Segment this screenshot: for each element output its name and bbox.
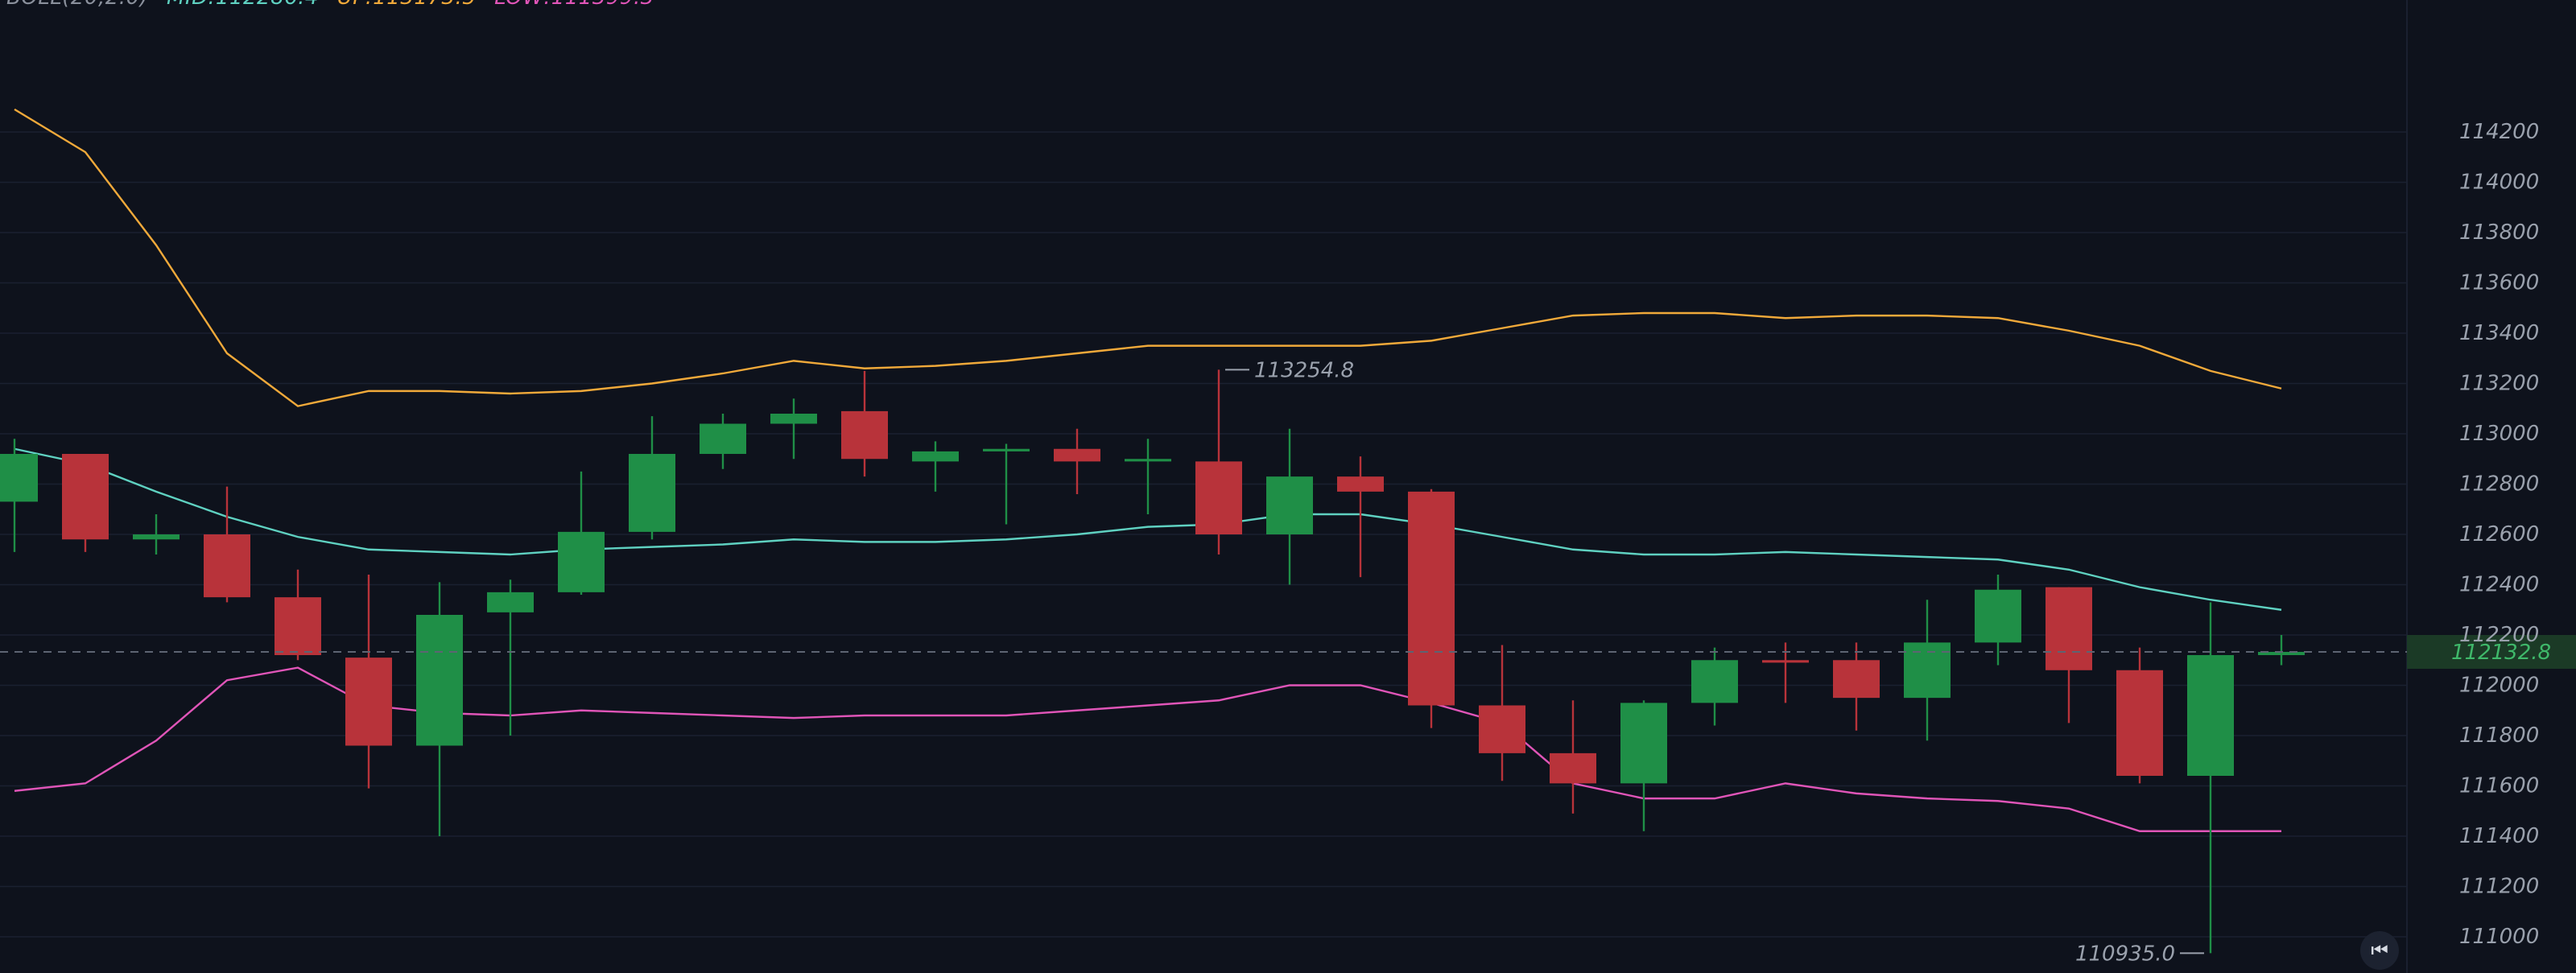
y-tick-label: 111600	[2459, 774, 2539, 798]
boll-up-label: UP:	[337, 0, 374, 10]
candle-body	[1904, 642, 1951, 699]
candle-body	[2187, 655, 2234, 776]
y-tick-label: 114000	[2459, 171, 2539, 195]
candle-body	[629, 454, 675, 532]
candle-body	[275, 597, 321, 655]
y-tick-label: 111400	[2459, 824, 2539, 848]
y-tick-label: 113000	[2459, 422, 2539, 446]
candle-body	[204, 534, 250, 598]
boll-mid-readout: MID:112286.4	[167, 0, 319, 10]
y-tick-label: 112600	[2459, 522, 2539, 546]
y-tick-label: 111800	[2459, 724, 2539, 748]
chevron-left-bar-icon: ⏮	[2371, 939, 2388, 962]
high-price-label: 113254.8	[1254, 358, 1354, 382]
candle-body	[1125, 459, 1171, 462]
y-tick-label: 113400	[2459, 321, 2539, 345]
candle-body	[1054, 448, 1100, 462]
boll-low-readout: LOW:111399.3	[494, 0, 654, 10]
candlestick-chart: 112132.8 1110001112001114001116001118001…	[0, 0, 2576, 973]
candle-body	[1620, 703, 1667, 784]
candle-body	[1266, 476, 1313, 534]
candle-body	[0, 454, 38, 502]
price-axis[interactable]: 111000 111200 111400 111600 111800 112000 1122…	[2459, 120, 2539, 949]
candle-body	[133, 534, 180, 540]
candle-body	[841, 410, 888, 460]
candle-body	[2046, 587, 2092, 670]
candle-body	[1550, 752, 1596, 784]
candle-body	[700, 423, 746, 454]
candle-body	[1975, 589, 2021, 643]
y-tick-label: 113600	[2459, 271, 2539, 295]
boll-low-label: LOW:	[494, 0, 551, 10]
candle-body	[2116, 670, 2163, 776]
candle-down	[62, 454, 109, 552]
candle-body	[487, 592, 534, 612]
candle-body	[62, 454, 109, 540]
candle-body	[345, 658, 392, 746]
candle-body	[1479, 705, 1525, 753]
candle-body	[1762, 660, 1809, 663]
low-price-label: 110935.0	[2075, 942, 2175, 966]
boll-low-value: 111399.3	[551, 0, 654, 10]
y-tick-label: 113800	[2459, 221, 2539, 245]
scroll-to-latest-button[interactable]: ⏮	[2360, 931, 2399, 970]
y-tick-label: 112200	[2459, 623, 2539, 647]
candle-body	[558, 531, 605, 592]
boll-up-value: 113173.5	[373, 0, 476, 10]
candle-body	[912, 451, 959, 462]
y-tick-label: 111000	[2459, 925, 2539, 949]
candle-body	[1833, 660, 1880, 699]
candle-body	[1691, 660, 1738, 703]
boll-mid-value: 112286.4	[216, 0, 319, 10]
candle-body	[416, 615, 463, 746]
candle-body	[1195, 461, 1242, 534]
candle-body	[1408, 491, 1455, 706]
candle-body	[983, 448, 1030, 451]
y-tick-label: 112000	[2459, 674, 2539, 698]
y-tick-label: 113200	[2459, 372, 2539, 396]
bollinger-header: BOLL(20,2.0) MID:112286.4 UP:113173.5 LO…	[6, 0, 666, 10]
candle-body	[1337, 476, 1384, 492]
candle-down	[1408, 489, 1455, 728]
y-tick-label: 112400	[2459, 573, 2539, 597]
y-tick-label: 114200	[2459, 120, 2539, 144]
y-tick-label: 111200	[2459, 875, 2539, 899]
boll-up-readout: UP:113173.5	[337, 0, 477, 10]
candle-body	[770, 414, 817, 424]
boll-mid-label: MID:	[167, 0, 216, 10]
boll-indicator-label: BOLL(20,2.0)	[6, 0, 148, 10]
y-tick-label: 112800	[2459, 472, 2539, 497]
